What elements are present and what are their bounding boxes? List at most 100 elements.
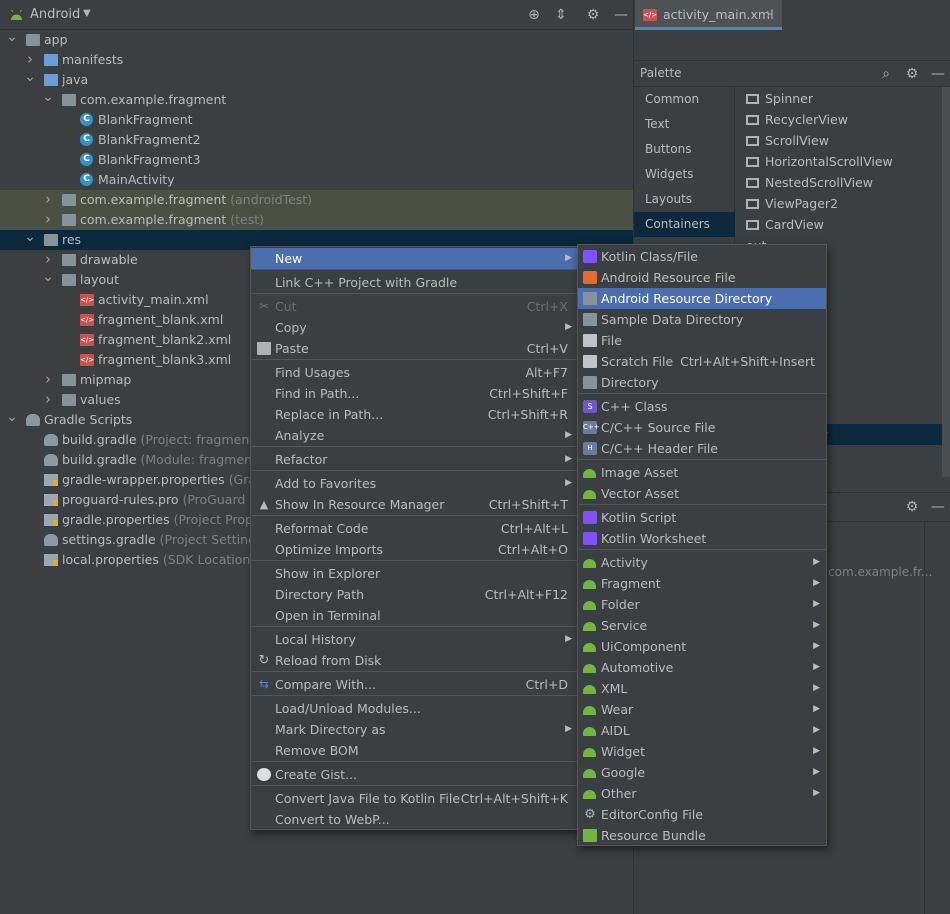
gear-icon[interactable]: ⚙ (903, 498, 921, 516)
chevron-right-icon[interactable]: › (42, 190, 54, 209)
collapse-all-icon[interactable]: ⇕ (552, 6, 570, 24)
tree-row[interactable]: ⌄ java (0, 70, 633, 90)
palette-item[interactable]: ScrollView (746, 130, 829, 151)
new-item-activity[interactable]: Activity ▶ (578, 552, 826, 573)
chevron-down-icon[interactable]: ⌄ (6, 30, 18, 44)
locate-icon[interactable]: ⊕ (525, 6, 543, 24)
new-item-directory[interactable]: Directory (578, 372, 826, 393)
palette-category[interactable]: Text (634, 112, 735, 137)
menu-item-remove-bom[interactable]: Remove BOM (251, 740, 577, 761)
new-item-c-class[interactable]: S C++ Class (578, 396, 826, 417)
new-item-image-asset[interactable]: Image Asset (578, 462, 826, 483)
tree-row[interactable]: C BlankFragment2 (0, 130, 633, 150)
tree-row[interactable]: ⌄ app (0, 30, 633, 50)
menu-item-directory-path[interactable]: Directory Path Ctrl+Alt+F12 (251, 584, 577, 605)
palette-item[interactable]: HorizontalScrollView (746, 151, 893, 172)
palette-category[interactable]: Containers (634, 212, 735, 237)
gear-icon[interactable]: ⚙ (903, 65, 921, 83)
palette-item[interactable]: NestedScrollView (746, 172, 873, 193)
project-view-title[interactable]: Android (30, 7, 80, 22)
new-item-uicomponent[interactable]: UiComponent ▶ (578, 636, 826, 657)
chevron-right-icon[interactable]: › (42, 250, 54, 269)
menu-item-convert-to-webp[interactable]: Convert to WebP... (251, 809, 577, 830)
menu-item-reload-from-disk[interactable]: ↻ Reload from Disk (251, 650, 577, 671)
tree-row[interactable]: C BlankFragment (0, 110, 633, 130)
palette-category[interactable]: Common (634, 87, 735, 112)
menu-item-local-history[interactable]: Local History ▶ (251, 629, 577, 650)
menu-item-reformat-code[interactable]: Reformat Code Ctrl+Alt+L (251, 518, 577, 539)
new-item-folder[interactable]: Folder ▶ (578, 594, 826, 615)
chevron-down-icon[interactable]: ⌄ (6, 410, 18, 424)
new-item-c-c-source-file[interactable]: C++ C/C++ Source File (578, 417, 826, 438)
chevron-down-icon[interactable]: ⌄ (42, 270, 54, 284)
menu-item-compare-with[interactable]: ⇆ Compare With... Ctrl+D (251, 674, 577, 695)
tree-row[interactable]: ⌄ com.example.fragment (0, 90, 633, 110)
palette-item[interactable]: RecyclerView (746, 109, 848, 130)
menu-item-link-c-project-with-gradle[interactable]: Link C++ Project with Gradle (251, 272, 577, 293)
new-item-wear[interactable]: Wear ▶ (578, 699, 826, 720)
new-item-kotlin-class-file[interactable]: Kotlin Class/File (578, 246, 826, 267)
new-item-android-resource-file[interactable]: Android Resource File (578, 267, 826, 288)
menu-item-replace-in-path[interactable]: Replace in Path... Ctrl+Shift+R (251, 404, 577, 425)
new-item-vector-asset[interactable]: Vector Asset (578, 483, 826, 504)
tree-row[interactable]: › manifests (0, 50, 633, 70)
palette-item[interactable]: CardView (746, 214, 824, 235)
chevron-right-icon[interactable]: › (42, 210, 54, 229)
menu-item-add-to-favorites[interactable]: Add to Favorites ▶ (251, 473, 577, 494)
palette-item[interactable]: Spinner (746, 88, 813, 109)
palette-scrollbar[interactable] (942, 87, 950, 477)
menu-item-analyze[interactable]: Analyze ▶ (251, 425, 577, 446)
menu-item-show-in-explorer[interactable]: Show in Explorer (251, 563, 577, 584)
new-item-file[interactable]: File (578, 330, 826, 351)
new-item-automotive[interactable]: Automotive ▶ (578, 657, 826, 678)
new-item-sample-data-directory[interactable]: Sample Data Directory (578, 309, 826, 330)
menu-item-optimize-imports[interactable]: Optimize Imports Ctrl+Alt+O (251, 539, 577, 560)
menu-item-create-gist[interactable]: Create Gist... (251, 764, 577, 785)
gear-icon[interactable]: ⚙ (584, 6, 602, 24)
close-icon[interactable]: × (765, 7, 775, 21)
tree-row[interactable]: C BlankFragment3 (0, 150, 633, 170)
menu-item-find-usages[interactable]: Find Usages Alt+F7 (251, 362, 577, 383)
menu-item-show-in-resource-manager[interactable]: ▲ Show In Resource Manager Ctrl+Shift+T (251, 494, 577, 515)
palette-item[interactable]: ViewPager2 (746, 193, 838, 214)
menu-item-new[interactable]: New ▶ (251, 248, 577, 269)
menu-item-find-in-path[interactable]: Find in Path... Ctrl+Shift+F (251, 383, 577, 404)
palette-category[interactable]: Widgets (634, 162, 735, 187)
tab-activity-main[interactable]: </> activity_main.xml × (635, 0, 782, 30)
new-item-aidl[interactable]: AIDL ▶ (578, 720, 826, 741)
chevron-right-icon[interactable]: › (24, 50, 36, 69)
palette-category[interactable]: Layouts (634, 187, 735, 212)
menu-item-copy[interactable]: Copy ▶ (251, 317, 577, 338)
new-item-android-resource-directory[interactable]: Android Resource Directory (578, 288, 826, 309)
tree-row[interactable]: › com.example.fragment (androidTest) (0, 190, 633, 210)
tree-row[interactable]: C MainActivity (0, 170, 633, 190)
menu-item-load-unload-modules[interactable]: Load/Unload Modules... (251, 698, 577, 719)
menu-item-refactor[interactable]: Refactor ▶ (251, 449, 577, 470)
view-dropdown-icon[interactable]: ▼ (83, 8, 91, 19)
new-item-c-c-header-file[interactable]: H C/C++ Header File (578, 438, 826, 459)
new-item-xml[interactable]: XML ▶ (578, 678, 826, 699)
hide-icon[interactable]: — (929, 65, 947, 83)
new-item-kotlin-script[interactable]: Kotlin Script (578, 507, 826, 528)
menu-item-open-in-terminal[interactable]: Open in Terminal (251, 605, 577, 626)
new-item-editorconfig-file[interactable]: ⚙ EditorConfig File (578, 804, 826, 825)
search-icon[interactable]: ⌕ (877, 65, 895, 83)
chevron-right-icon[interactable]: › (42, 390, 54, 409)
new-item-google[interactable]: Google ▶ (578, 762, 826, 783)
new-item-widget[interactable]: Widget ▶ (578, 741, 826, 762)
chevron-right-icon[interactable]: › (42, 370, 54, 389)
tree-row[interactable]: › com.example.fragment (test) (0, 210, 633, 230)
hide-icon[interactable]: — (929, 498, 947, 516)
new-item-scratch-file[interactable]: Scratch File Ctrl+Alt+Shift+Insert (578, 351, 826, 372)
chevron-down-icon[interactable]: ⌄ (24, 70, 36, 84)
chevron-down-icon[interactable]: ⌄ (24, 230, 36, 244)
menu-item-convert-java-file-to-kotlin-file[interactable]: Convert Java File to Kotlin File Ctrl+Alt… (251, 788, 577, 809)
hide-icon[interactable]: — (612, 6, 630, 24)
new-item-resource-bundle[interactable]: Resource Bundle (578, 825, 826, 846)
chevron-down-icon[interactable]: ⌄ (42, 90, 54, 104)
new-item-service[interactable]: Service ▶ (578, 615, 826, 636)
new-item-other[interactable]: Other ▶ (578, 783, 826, 804)
palette-category[interactable]: Buttons (634, 137, 735, 162)
new-item-kotlin-worksheet[interactable]: Kotlin Worksheet (578, 528, 826, 549)
menu-item-mark-directory-as[interactable]: Mark Directory as ▶ (251, 719, 577, 740)
